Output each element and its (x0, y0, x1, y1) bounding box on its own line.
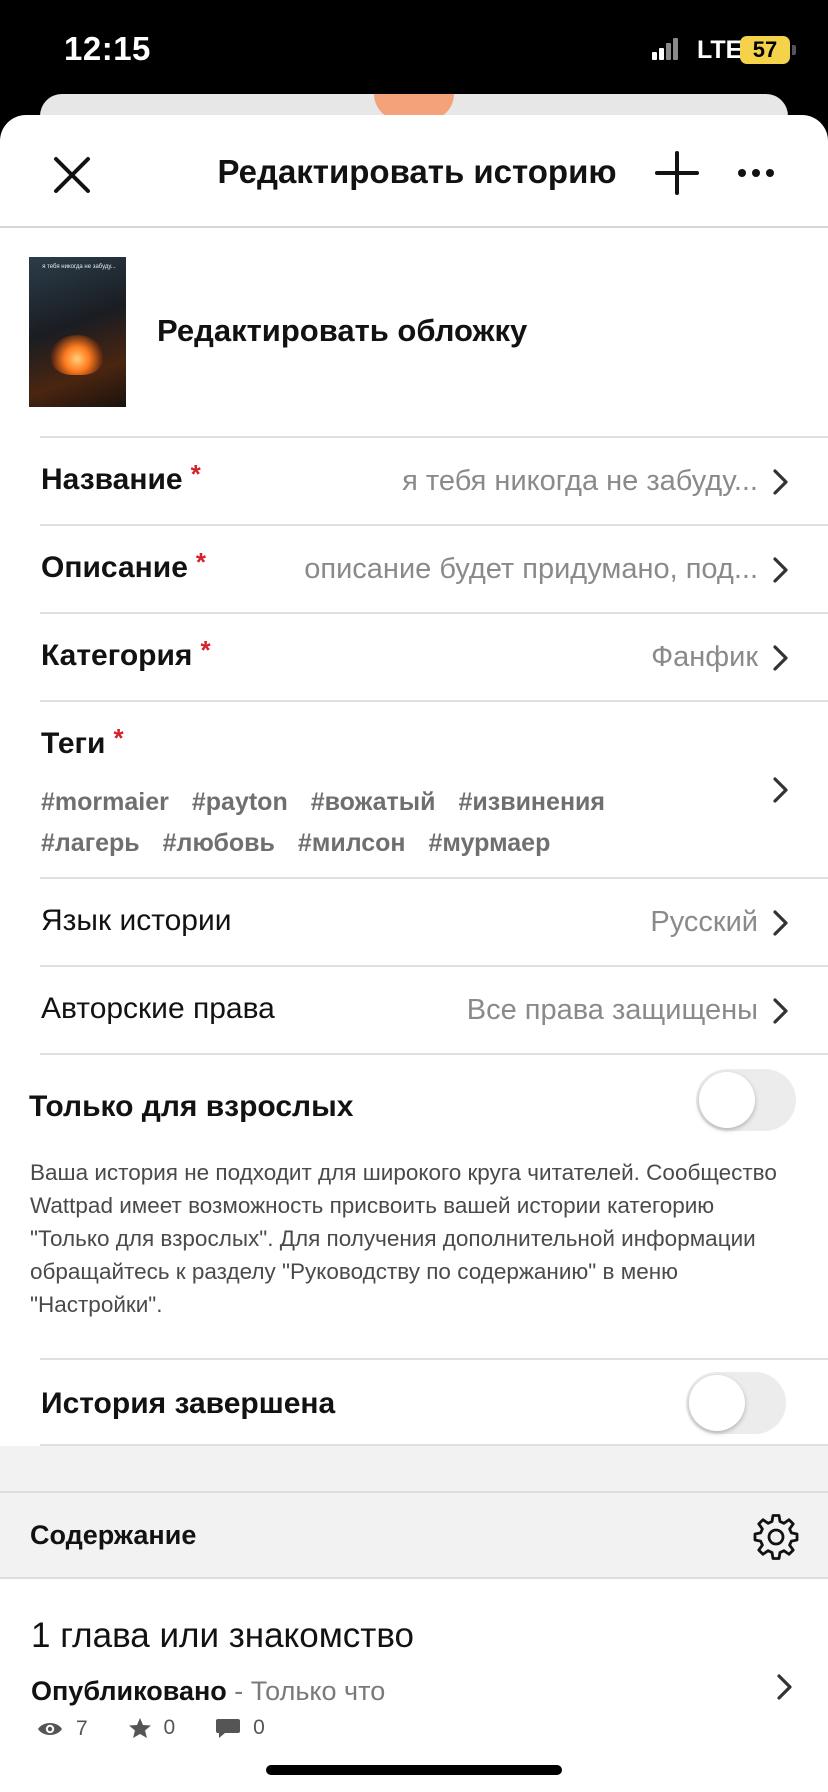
edit-story-sheet: Редактировать историю я тебя никогда не … (0, 115, 828, 1792)
chevron-right-icon (773, 998, 788, 1024)
chevron-right-icon (773, 469, 788, 495)
chevron-right-icon (773, 910, 788, 936)
chapter-stats: 7 0 0 (36, 1716, 299, 1745)
status-time: 12:15 (64, 30, 151, 67)
mature-description: Ваша история не подходит для широкого кр… (30, 1160, 777, 1317)
tag: #mormaier (41, 788, 169, 816)
copyright-label: Авторские права (41, 992, 275, 1025)
contents-header: Содержание (0, 1491, 828, 1579)
description-row[interactable]: Описание * описание будет придумано, под.… (40, 524, 828, 612)
toggle-knob (689, 1375, 745, 1431)
category-value: Фанфик (651, 641, 758, 673)
eye-icon (38, 1723, 62, 1735)
language-label: Язык истории (41, 904, 232, 937)
chapter-item[interactable]: 1 глава или знакомство Опубликовано - То… (0, 1579, 828, 1779)
language-row[interactable]: Язык истории Русский (40, 877, 828, 965)
home-indicator[interactable] (266, 1765, 562, 1775)
copyright-value: Все права защищены (466, 994, 758, 1026)
required-mark: * (200, 635, 211, 665)
section-gap (0, 1446, 828, 1491)
chevron-right-icon (773, 557, 788, 583)
description-value: описание будет придумано, под... (304, 553, 758, 585)
tag-list: #mormaier #payton #вожатый #извинения #лаге… (41, 782, 681, 864)
language-value: Русский (650, 906, 758, 938)
nav-bar: Редактировать историю (0, 115, 828, 228)
mature-toggle[interactable] (696, 1069, 796, 1131)
toggle-knob (699, 1072, 755, 1128)
cover-text: я тебя никогда не забуду... (42, 264, 116, 270)
chapter-status: Опубликовано - Только что (31, 1676, 386, 1706)
chevron-right-icon (777, 1674, 792, 1700)
tag: #лагерь (41, 829, 140, 857)
battery-tip (792, 45, 796, 55)
tag: #извинения (458, 788, 606, 816)
copyright-row[interactable]: Авторские права Все права защищены (40, 965, 828, 1053)
completed-row: История завершена (40, 1358, 828, 1446)
status-bar: 12:15 LTE 57 (0, 0, 828, 100)
required-mark: * (113, 723, 124, 753)
tag: #вожатый (310, 788, 436, 816)
tag: #payton (191, 788, 288, 816)
votes-stat: 0 (128, 1716, 175, 1740)
tag: #любовь (162, 829, 275, 857)
completed-label: История завершена (41, 1387, 336, 1420)
mature-label: Только для взрослых (29, 1090, 354, 1123)
tags-row[interactable]: Теги * #mormaier #payton #вожатый #извинения… (40, 700, 828, 877)
title-label: Название * (41, 459, 201, 496)
add-icon[interactable] (653, 149, 701, 197)
edit-cover-row[interactable]: я тебя никогда не забуду... Редактироват… (0, 228, 828, 436)
title-row[interactable]: Название * я тебя никогда не забуду... (40, 436, 828, 524)
edit-cover-label: Редактировать обложку (157, 313, 528, 348)
cover-thumbnail[interactable]: я тебя никогда не забуду... (29, 257, 126, 407)
description-label: Описание * (41, 547, 207, 584)
views-stat: 7 (36, 1717, 88, 1741)
tags-label: Теги * (41, 723, 124, 760)
comments-stat: 0 (215, 1716, 265, 1740)
category-label: Категория * (41, 635, 211, 672)
required-mark: * (195, 547, 207, 577)
star-icon (128, 1718, 151, 1738)
category-row[interactable]: Категория * Фанфик (40, 612, 828, 700)
more-icon[interactable] (732, 153, 780, 193)
cover-fire-image (51, 335, 103, 375)
signal-icon (652, 38, 678, 60)
chapter-title: 1 глава или знакомство (31, 1616, 414, 1655)
contents-title: Содержание (30, 1520, 197, 1550)
mature-row: Только для взрослых (29, 1053, 828, 1156)
completed-toggle[interactable] (686, 1372, 786, 1434)
required-mark: * (190, 459, 201, 489)
tag: #мурмаер (428, 829, 551, 857)
gear-icon[interactable] (752, 1513, 800, 1561)
chevron-right-icon (773, 777, 788, 803)
comment-icon (216, 1719, 241, 1738)
network-type: LTE (697, 36, 743, 64)
page-title: Редактировать историю (217, 153, 617, 190)
chevron-right-icon (773, 645, 788, 671)
title-value: я тебя никогда не забуду... (402, 465, 758, 497)
tag: #милсон (297, 829, 406, 857)
battery-icon: 57 (740, 36, 790, 64)
